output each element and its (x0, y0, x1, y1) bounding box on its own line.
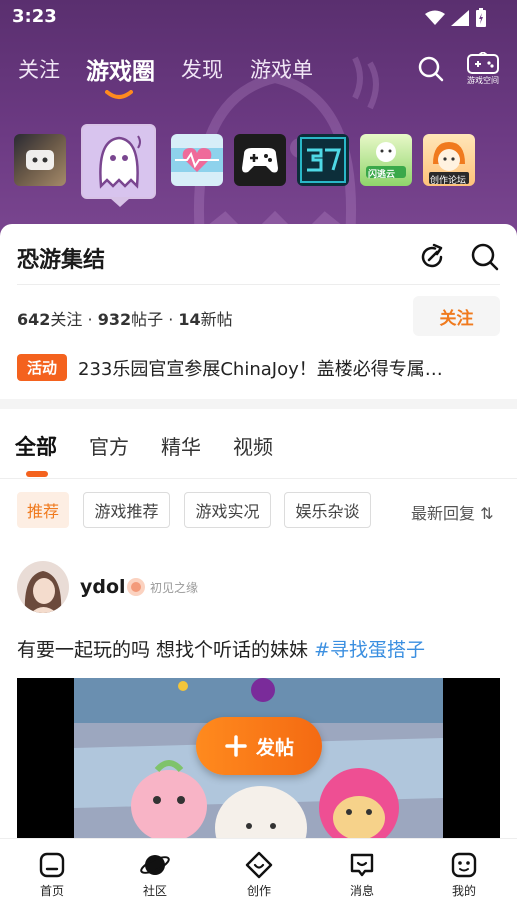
header-hero: 3:23 关注 游戏圈 发现 游戏单 游戏空间 闪逃云 创作论坛 (0, 0, 517, 240)
bottom-nav: 首页 社区 创作 消息 我的 (0, 838, 517, 919)
game-icon-5[interactable] (297, 134, 349, 186)
tab-following[interactable]: 关注 (18, 54, 60, 84)
nav-community-label: 社区 (142, 884, 167, 898)
event-link[interactable]: 233乐园官宣参展ChinaJoy！盖楼必得专属… (78, 355, 443, 381)
nav-community[interactable]: 社区 (125, 851, 185, 899)
plus-icon (225, 735, 247, 757)
chip-game-live[interactable]: 游戏实况 (184, 492, 271, 528)
share-button[interactable] (416, 240, 450, 274)
divider (17, 284, 500, 285)
game-label-7: 创作论坛 (430, 176, 467, 186)
search-button[interactable] (414, 52, 448, 86)
create-icon (245, 851, 273, 879)
status-icons (425, 8, 487, 28)
ghost-icon (99, 135, 141, 189)
game-space-icon (467, 52, 499, 74)
profile-icon (451, 852, 477, 878)
tab-video[interactable]: 视频 (233, 431, 273, 460)
tab-game-list[interactable]: 游戏单 (250, 54, 313, 84)
posts-count: 932 (97, 310, 132, 329)
selected-pointer-icon (110, 198, 130, 207)
home-icon (39, 852, 65, 878)
circle-title: 恐游集结 (17, 248, 106, 273)
event-tag: 活动 (17, 354, 67, 381)
user-badge: 初见之缘 (126, 577, 198, 597)
game-label-6: 闪逃云 (368, 170, 396, 180)
post-card[interactable]: ydol 初见之缘 有要一起玩的吗 想找个听话的妹妹 #寻找蛋搭子 (0, 555, 517, 855)
nav-home[interactable]: 首页 (22, 851, 82, 899)
chip-recommended[interactable]: 推荐 (17, 492, 69, 528)
game-icon-selected[interactable] (81, 124, 156, 207)
discord-game-icon (26, 150, 54, 170)
followers-count: 642 (17, 310, 51, 329)
new-posts-label: 新帖 (200, 310, 233, 329)
chip-game-recommend[interactable]: 游戏推荐 (83, 492, 170, 528)
post-body: 有要一起玩的吗 想找个听话的妹妹 (17, 639, 309, 661)
badge-icon (127, 578, 145, 596)
planet-icon (140, 855, 170, 875)
nav-profile-label: 我的 (451, 884, 476, 898)
followers-label: 关注 (50, 310, 83, 329)
user-avatar-icon (17, 561, 69, 613)
content-tab-indicator (26, 471, 48, 477)
tab-official[interactable]: 官方 (89, 431, 129, 460)
chip-entertainment[interactable]: 娱乐杂谈 (284, 492, 371, 528)
game-space-button[interactable]: 游戏空间 (464, 52, 502, 86)
tab-game-circle[interactable]: 游戏圈 (86, 52, 155, 86)
section-separator (0, 399, 517, 409)
game-icon-1[interactable] (14, 134, 66, 186)
circle-stats: 642关注 · 932帖子 · 14新帖 (17, 310, 233, 329)
nav-profile[interactable]: 我的 (434, 851, 494, 899)
heartbeat-icon (171, 148, 223, 172)
circle-search-button[interactable] (468, 240, 502, 274)
avatar[interactable] (17, 561, 69, 613)
abstract-game-icon (300, 137, 346, 183)
game-icon-7[interactable]: 创作论坛 (423, 134, 475, 186)
post-text: 有要一起玩的吗 想找个听话的妹妹 #寻找蛋搭子 (17, 635, 425, 662)
filter-chips: 推荐 游戏推荐 游戏实况 娱乐杂谈 最新回复 ⇅ (0, 492, 517, 528)
badge-label: 初见之缘 (150, 580, 199, 595)
search-icon (418, 56, 444, 82)
game-circle-row: 闪逃云 创作论坛 (0, 122, 517, 208)
content-tabs: 全部 官方 精华 视频 (0, 409, 517, 479)
new-posts-count: 14 (178, 310, 201, 329)
top-nav: 关注 游戏圈 发现 游戏单 游戏空间 (0, 46, 517, 99)
follow-button[interactable]: 关注 (413, 296, 500, 336)
share-icon (421, 243, 443, 268)
gamepad-icon (242, 148, 278, 173)
battery-icon (476, 8, 486, 27)
wifi-icon (425, 10, 445, 25)
tab-all[interactable]: 全部 (15, 431, 57, 461)
game-space-label: 游戏空间 (467, 76, 499, 85)
nav-create-label: 创作 (246, 884, 271, 898)
tab-discover[interactable]: 发现 (181, 54, 223, 84)
sort-dropdown[interactable]: 最新回复 ⇅ (411, 500, 494, 524)
active-tab-indicator (105, 90, 133, 99)
search-icon (471, 243, 499, 271)
nav-messages-label: 消息 (349, 884, 374, 898)
post-username[interactable]: ydol (80, 576, 126, 598)
posts-label: 帖子 (131, 310, 164, 329)
game-icon-3[interactable] (171, 134, 223, 186)
nav-home-label: 首页 (39, 884, 64, 898)
game-icon-4[interactable] (234, 134, 286, 186)
create-post-button[interactable]: 发帖 (196, 717, 322, 775)
game-icon-6[interactable]: 闪逃云 (360, 134, 412, 186)
nav-messages[interactable]: 消息 (332, 851, 392, 899)
create-post-label: 发帖 (255, 736, 294, 759)
message-icon (350, 853, 374, 877)
status-time: 3:23 (12, 6, 57, 27)
tab-featured[interactable]: 精华 (161, 431, 201, 460)
post-hashtag[interactable]: #寻找蛋搭子 (314, 639, 425, 661)
nav-create[interactable]: 创作 (229, 851, 289, 899)
circle-info-card: 恐游集结 642关注 · 932帖子 · 14新帖 关注 活动 233乐园官宣参… (0, 224, 517, 399)
signal-icon (451, 10, 469, 26)
status-bar: 3:23 (0, 0, 517, 36)
